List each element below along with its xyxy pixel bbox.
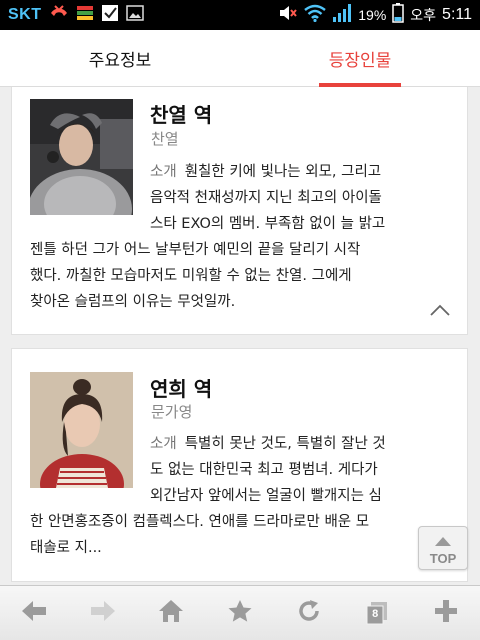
actor-name: 찬열 <box>151 130 179 148</box>
tab-main-info[interactable]: 주요정보 <box>0 30 240 87</box>
character-description: 소개 특별히 못난 것도, 특별히 잘난 것 도 없는 대한민국 최고 평범녀. … <box>30 431 453 561</box>
task-icon <box>101 4 119 27</box>
carrier-label: SKT <box>8 6 42 23</box>
character-role: 연희 역 <box>150 377 213 401</box>
arrow-up-icon <box>435 531 451 550</box>
forward-button[interactable] <box>69 586 138 640</box>
description-line: 한 안면홍조증이 컴플렉스다. 연애를 드라마로만 배운 모 <box>30 514 370 530</box>
battery-icon <box>392 2 405 28</box>
description-line: 태솔로 지... <box>30 540 102 556</box>
actor-name: 문가영 <box>151 403 193 421</box>
new-tab-button[interactable] <box>411 586 480 640</box>
refresh-button[interactable] <box>274 586 343 640</box>
wifi-icon <box>304 4 327 27</box>
scroll-top-label: TOP <box>429 550 457 566</box>
description-line: 외간남자 앞에서는 얼굴이 빨개지는 심 <box>150 488 382 504</box>
description-line: 했다. 까칠한 모습마저도 미워할 수 없는 찬열. 그에게 <box>30 268 352 284</box>
description-line: 찾아온 슬럼프의 이유는 무엇일까. <box>30 294 236 310</box>
collapse-chevron-up-icon[interactable] <box>429 302 451 316</box>
clock: 5:11 <box>442 6 472 23</box>
arrow-right-icon <box>89 599 117 627</box>
tab-characters[interactable]: 등장인물 <box>240 30 480 87</box>
arrow-left-icon <box>20 599 48 627</box>
mute-icon <box>278 4 298 27</box>
description-line: 도 없는 대한민국 최고 평범녀. 게다가 <box>150 462 378 478</box>
description-line: 음악적 천재성까지 지닌 최고의 아이돌 <box>150 190 382 206</box>
app-notification-icon <box>76 4 94 27</box>
description-line: 젠틀 하던 그가 어느 날부턴가 예민의 끝을 달리기 시작 <box>30 242 361 258</box>
description-label: 소개 <box>150 164 177 180</box>
bookmark-button[interactable] <box>206 586 275 640</box>
plus-icon <box>434 599 458 627</box>
character-card: 찬열 역 찬열 소개 훤칠한 키에 빛나는 외모, 그리고 음악적 천재성까지 지… <box>11 87 468 335</box>
tabs-button[interactable]: 8 <box>343 586 412 640</box>
home-button[interactable] <box>137 586 206 640</box>
browser-toolbar: 8 <box>0 585 480 640</box>
character-description: 소개 훤칠한 키에 빛나는 외모, 그리고 음악적 천재성까지 지닌 최고의 아이… <box>30 159 453 315</box>
star-icon <box>227 599 253 627</box>
scroll-top-button[interactable]: TOP <box>418 526 468 570</box>
description-line: 소개 훤칠한 키에 빛나는 외모, 그리고 <box>150 164 382 180</box>
image-icon <box>125 4 144 26</box>
home-icon <box>158 599 184 627</box>
description-line: 스타 EXO의 멤버. 부족함 없이 늘 밝고 <box>150 216 386 232</box>
back-button[interactable] <box>0 586 69 640</box>
tab-bar: 주요정보 등장인물 <box>0 30 480 87</box>
description-line: 소개 특별히 못난 것도, 특별히 잘난 것 <box>150 436 386 452</box>
signal-icon <box>332 3 352 28</box>
tab-count: 8 <box>372 608 379 620</box>
status-bar: SKT 19% 오후 5:11 <box>0 0 480 30</box>
battery-percent: 19% <box>358 7 387 23</box>
missed-call-icon <box>49 4 69 27</box>
tabs-icon: 8 <box>365 601 389 625</box>
character-card: 연희 역 문가영 소개 특별히 못난 것도, 특별히 잘난 것 도 없는 대한민국… <box>11 348 468 582</box>
character-role: 찬열 역 <box>150 103 213 127</box>
ampm-label: 오후 <box>410 7 437 23</box>
description-label: 소개 <box>150 436 177 452</box>
refresh-icon <box>297 599 321 627</box>
